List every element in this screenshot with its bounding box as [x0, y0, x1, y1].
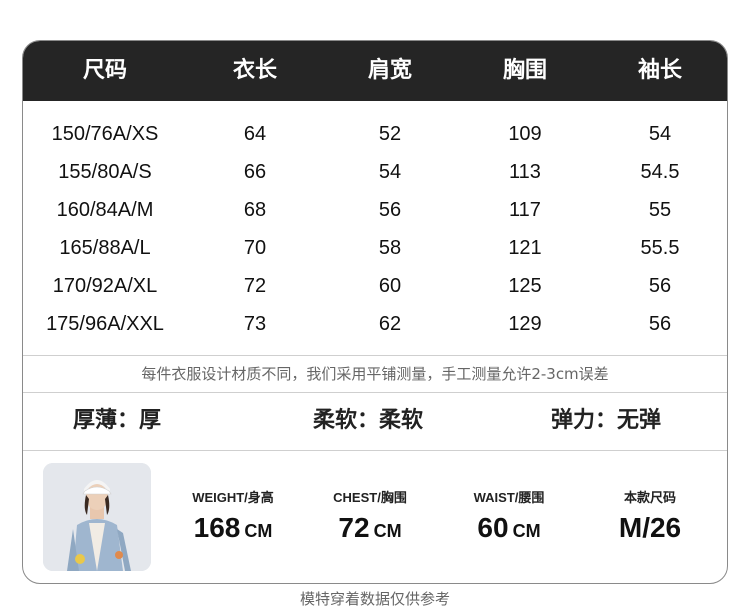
- table-cell: 55: [648, 199, 672, 221]
- table-cell: 54: [648, 123, 672, 145]
- divider: [23, 450, 727, 451]
- table-cell: 170/92A/XL: [52, 275, 158, 297]
- model-photo: [43, 463, 151, 571]
- size-chart-card: 尺码 衣长 肩宽 胸围 袖长 150/76A/XS 64 52 109 54 155/80…: [22, 40, 728, 584]
- table-cell: 60: [378, 275, 402, 297]
- table-cell: 54: [378, 161, 402, 183]
- model-size: 本款尺码 M/26: [618, 490, 682, 543]
- measurement-note: 每件衣服设计材质不同，我们采用平铺测量，手工测量允许2-3cm误差: [141, 365, 609, 383]
- table-cell: 70: [243, 237, 267, 259]
- table-cell: 56: [378, 199, 402, 221]
- table-cell: 72: [243, 275, 267, 297]
- table-row: 160/84A/M 68 56 117 55: [23, 191, 727, 229]
- table-cell: 160/84A/M: [56, 199, 154, 221]
- model-waist: WAIST/腰围 60 CM: [473, 490, 545, 543]
- table-cell: 125: [508, 275, 542, 297]
- table-cell: 175/96A/XXL: [46, 313, 164, 335]
- table-row: 150/76A/XS 64 52 109 54: [23, 115, 727, 153]
- table-cell: 56: [648, 313, 672, 335]
- header-sleeve: 袖长: [637, 58, 682, 83]
- table-row: 170/92A/XL 72 60 125 56: [23, 267, 727, 305]
- table-cell: 73: [243, 313, 267, 335]
- table-cell: 121: [508, 237, 542, 259]
- table-cell: 55.5: [640, 237, 680, 259]
- table-cell: 52: [378, 123, 402, 145]
- model-chest: CHEST/胸围 72 CM: [333, 490, 407, 543]
- header-length: 衣长: [232, 58, 277, 83]
- table-cell: 155/80A/S: [58, 161, 152, 183]
- table-cell: 113: [509, 161, 541, 183]
- table-cell: 54.5: [640, 161, 680, 183]
- table-cell: 58: [378, 237, 402, 259]
- table-cell: 129: [508, 313, 542, 335]
- header-shoulder: 肩宽: [367, 58, 412, 83]
- property-thickness: 厚薄：厚: [73, 408, 162, 433]
- table-header: 尺码 衣长 肩宽 胸围 袖长: [23, 41, 727, 101]
- fabric-properties: 厚薄：厚 柔软：柔软 弹力：无弹: [23, 393, 727, 449]
- header-chest: 胸围: [502, 58, 547, 83]
- table-cell: 117: [509, 199, 541, 221]
- table-cell: 56: [648, 275, 672, 297]
- table-cell: 62: [378, 313, 402, 335]
- table-row: 175/96A/XXL 73 62 129 56: [23, 305, 727, 343]
- table-cell: 150/76A/XS: [51, 123, 159, 145]
- property-elasticity: 弹力：无弹: [551, 408, 662, 433]
- table-cell: 68: [243, 199, 267, 221]
- table-row: 155/80A/S 66 54 113 54.5: [23, 153, 727, 191]
- table-cell: 165/88A/L: [59, 237, 151, 259]
- footer-note: 模特穿着数据仅供参考: [299, 590, 450, 608]
- table-cell: 64: [243, 123, 267, 145]
- property-softness: 柔软：柔软: [313, 408, 424, 433]
- table-row: 165/88A/L 70 58 121 55.5: [23, 229, 727, 267]
- header-size: 尺码: [82, 58, 127, 83]
- table-cell: 66: [243, 161, 267, 183]
- model-height: WEIGHT/身高 168 CM: [192, 490, 274, 543]
- table-cell: 109: [508, 123, 542, 145]
